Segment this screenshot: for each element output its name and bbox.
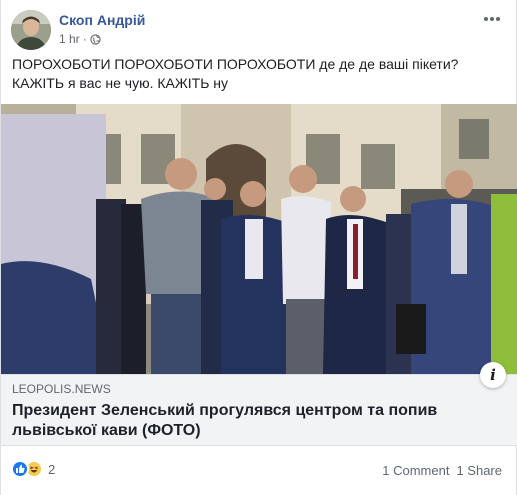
post-text-line: КАЖІТЬ я вас не чую. КАЖІТЬ ну xyxy=(12,75,229,91)
comments-count-link[interactable]: 1 Comment xyxy=(382,463,449,478)
link-preview-image[interactable] xyxy=(1,104,517,374)
meta-separator: · xyxy=(82,32,87,46)
more-options-icon[interactable] xyxy=(480,10,504,28)
like-icon xyxy=(11,460,29,478)
dot xyxy=(496,17,500,21)
info-icon[interactable]: i xyxy=(480,362,506,388)
shares-count-link[interactable]: 1 Share xyxy=(456,463,502,478)
reaction-count: 2 xyxy=(48,461,56,477)
link-headline[interactable]: Президент Зеленський прогулявся центром … xyxy=(12,401,452,441)
feed-post: Скоп Андрій 1 hr · ПОРОХОБОТИ ПОРОХОБОТИ… xyxy=(0,0,517,495)
post-text-line: ПОРОХОБОТИ ПОРОХОБОТИ ПОРОХОБОТИ де де д… xyxy=(12,56,459,72)
globe-icon[interactable] xyxy=(90,33,101,45)
avatar[interactable] xyxy=(11,10,51,50)
post-header: Скоп Андрій 1 hr · xyxy=(11,8,506,52)
post-timestamp[interactable]: 1 hr xyxy=(59,32,80,46)
engagement-stats: 1 Comment 1 Share xyxy=(382,463,502,478)
author-name-link[interactable]: Скоп Андрій xyxy=(59,12,145,28)
link-domain: LEOPOLIS.NEWS xyxy=(12,382,111,396)
dot xyxy=(484,17,488,21)
link-preview-card[interactable]: i LEOPOLIS.NEWS Президент Зеленський про… xyxy=(1,362,517,446)
reactions-summary[interactable]: 2 xyxy=(11,460,55,478)
post-text: ПОРОХОБОТИ ПОРОХОБОТИ ПОРОХОБОТИ де де д… xyxy=(12,55,507,93)
dot xyxy=(490,17,494,21)
post-meta: 1 hr · xyxy=(59,32,101,46)
